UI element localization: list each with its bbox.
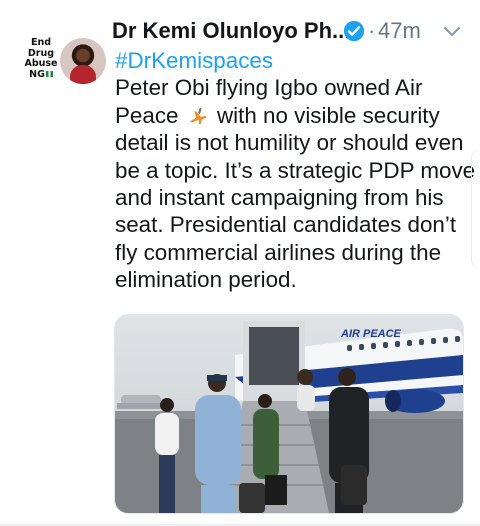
tweet-line: and instant campaigning from his: [115, 185, 444, 211]
header-separator: ·: [368, 18, 376, 43]
tweet-line-prefix: Peace: [115, 102, 179, 128]
tweet-header: Dr Kemi Olunloyo Ph... · 47m: [112, 14, 480, 48]
tweet-line: Peter Obi flying Igbo owned Air: [115, 75, 423, 101]
hashtag-link[interactable]: #DrKemispaces: [115, 47, 470, 74]
avatar-caption-line: End: [30, 37, 52, 48]
avatar-caption: End Drug Abuse NG: [24, 37, 58, 81]
scroll-edge: [471, 150, 480, 268]
author-avatar-block[interactable]: End Drug Abuse NG: [24, 37, 106, 84]
tweet-line: seat. Presidential candidates don’t: [115, 212, 457, 238]
tweet-line: be a topic. It’s a strategic PDP move: [115, 157, 476, 183]
tweet-line: detail is not humility or should even: [115, 130, 464, 156]
tweet-timestamp[interactable]: 47m: [378, 18, 421, 44]
chevron-down-icon[interactable]: [442, 21, 462, 41]
avatar-caption-line: NG: [24, 68, 58, 81]
author-display-name[interactable]: Dr Kemi Olunloyo Ph...: [112, 18, 350, 44]
tweet-line-rest: with no visible security: [216, 102, 440, 128]
tweet-photo[interactable]: AIR PEACE: [114, 314, 464, 514]
tweet-body: #DrKemispaces Peter Obi flying Igbo owne…: [115, 47, 476, 294]
photo-scene: AIR PEACE: [115, 315, 463, 513]
aircraft-livery-text: AIR PEACE: [340, 328, 402, 340]
airplane-emoji-icon: [189, 107, 206, 124]
tweet-line: fly commercial airlines during the: [115, 239, 442, 265]
verified-badge-icon: [343, 20, 365, 42]
avatar[interactable]: [60, 38, 106, 84]
tweet-line: Peace with no visible security: [115, 102, 470, 129]
tweet-line: elimination period.: [115, 267, 297, 293]
avatar-caption-ng: NG: [29, 68, 45, 80]
nigeria-flag-icon: [45, 71, 53, 77]
